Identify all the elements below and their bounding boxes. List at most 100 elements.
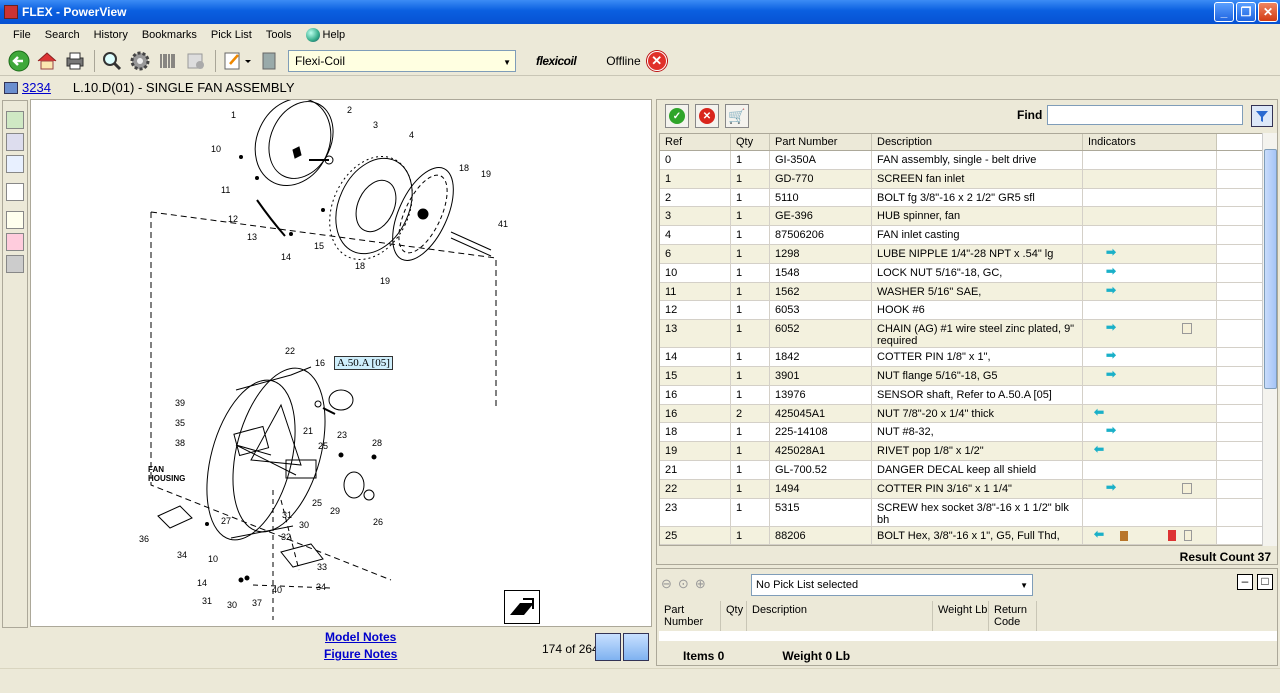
- minimize-panel-button[interactable]: –: [1237, 574, 1253, 590]
- back-button[interactable]: [6, 48, 32, 74]
- settings-button[interactable]: [127, 48, 153, 74]
- figure-notes-link[interactable]: Figure Notes: [324, 647, 397, 661]
- table-row[interactable]: 16 2 425045A1 NUT 7/8"-20 x 1/4" thick ⬅: [660, 404, 1264, 424]
- pl-col-return-code[interactable]: Return Code: [989, 601, 1037, 631]
- fan-housing-label-line2: HOUSING: [148, 474, 185, 483]
- pick-list-panel: ⊖ ⊙ ⊕ No Pick List selected ▼ – □ Part N…: [656, 568, 1278, 666]
- menu-file[interactable]: File: [6, 29, 38, 41]
- arrow-right-icon[interactable]: ➡: [1106, 424, 1116, 436]
- pl-col-part-number[interactable]: Part Number: [659, 601, 721, 631]
- arrow-right-icon[interactable]: ➡: [1106, 265, 1116, 277]
- table-row[interactable]: 22 1 1494 COTTER PIN 3/16" x 1 1/4" ➡: [660, 479, 1264, 499]
- book-button[interactable]: [256, 48, 282, 74]
- table-row[interactable]: 18 1 225-14108 NUT #8-32, ➡: [660, 423, 1264, 443]
- table-row[interactable]: 19 1 425028A1 RIVET pop 1/8" x 1/2" ⬅: [660, 442, 1264, 461]
- menu-tools[interactable]: Tools: [259, 29, 299, 41]
- connection-status[interactable]: Offline ✕: [606, 50, 667, 71]
- table-row[interactable]: 0 1 GI-350A FAN assembly, single - belt dri…: [660, 151, 1264, 170]
- note-icon[interactable]: [1183, 529, 1192, 541]
- table-row[interactable]: 13 1 6052 CHAIN (AG) #1 wire steel zinc pla…: [660, 320, 1264, 349]
- arrow-left-icon[interactable]: ⬅: [1094, 406, 1104, 418]
- pl-col-description[interactable]: Description: [747, 601, 933, 631]
- table-row[interactable]: 21 1 GL-700.52 DANGER DECAL keep all shield: [660, 460, 1264, 480]
- ref-cell: 15: [660, 366, 731, 385]
- arrow-right-icon[interactable]: ➡: [1106, 246, 1116, 258]
- note-icon[interactable]: [1182, 482, 1192, 494]
- search-button[interactable]: [99, 48, 125, 74]
- table-row[interactable]: 10 1 1548 LOCK NUT 5/16"-18, GC, ➡: [660, 263, 1264, 283]
- previous-page-button[interactable]: [595, 633, 621, 661]
- menu-search[interactable]: Search: [38, 29, 87, 41]
- open-icon[interactable]: [6, 155, 24, 173]
- col-qty[interactable]: Qty: [731, 134, 770, 150]
- parts-scrollbar[interactable]: [1262, 133, 1277, 546]
- pick-list-cart-icon[interactable]: ⊖: [661, 576, 672, 592]
- arrow-right-icon[interactable]: ➡: [1106, 321, 1116, 333]
- reject-button[interactable]: ✕: [695, 104, 719, 128]
- table-row[interactable]: 12 1 6053 HOOK #6: [660, 301, 1264, 321]
- note-icon[interactable]: [1182, 323, 1192, 335]
- model-notes-link[interactable]: Model Notes: [325, 630, 396, 644]
- table-row[interactable]: 25 1 88206 BOLT Hex, 3/8"-16 x 1", G5, Full…: [660, 526, 1264, 545]
- scroll-thumb[interactable]: [1264, 149, 1277, 389]
- service-button[interactable]: [183, 48, 209, 74]
- edit-button[interactable]: [220, 48, 254, 74]
- arrow-left-icon[interactable]: ⬅: [1094, 528, 1104, 540]
- minimize-button[interactable]: _: [1214, 2, 1234, 22]
- next-figure-arrow-icon[interactable]: [504, 590, 540, 624]
- filter-button[interactable]: [1251, 105, 1273, 127]
- find-input[interactable]: [1047, 105, 1243, 125]
- save-icon[interactable]: [6, 133, 24, 151]
- table-row[interactable]: 16 1 13976 SENSOR shaft, Refer to A.50.A [0…: [660, 385, 1264, 405]
- exploded-view-drawing[interactable]: 1 2 3 4 10 11 12 13 14 15 18 19 18 19 41…: [30, 99, 652, 627]
- arrow-left-icon[interactable]: ⬅: [1094, 443, 1104, 455]
- col-part-number[interactable]: Part Number: [770, 134, 872, 150]
- menu-help[interactable]: Help: [299, 28, 353, 42]
- print-button[interactable]: [62, 48, 88, 74]
- refresh-icon[interactable]: [6, 111, 24, 129]
- table-row[interactable]: 14 1 1842 COTTER PIN 1/8" x 1", ➡: [660, 348, 1264, 367]
- table-row[interactable]: 1 1 GD-770 SCREEN fan inlet: [660, 169, 1264, 189]
- table-row[interactable]: 6 1 1298 LUBE NIPPLE 1/4"-28 NPT x .54" lg ➡: [660, 244, 1264, 264]
- table-row[interactable]: 3 1 GE-396 HUB spinner, fan: [660, 207, 1264, 227]
- catalog-select[interactable]: Flexi-Coil ▼: [288, 49, 516, 72]
- fit-icon[interactable]: [6, 255, 24, 273]
- col-description[interactable]: Description: [872, 134, 1083, 150]
- table-row[interactable]: 11 1 1562 WASHER 5/16" SAE, ➡: [660, 282, 1264, 302]
- arrow-right-icon[interactable]: ➡: [1106, 481, 1116, 493]
- menu-history[interactable]: History: [87, 29, 135, 41]
- color-icon[interactable]: [6, 233, 24, 251]
- menu-bookmarks[interactable]: Bookmarks: [135, 29, 204, 41]
- maximize-panel-button[interactable]: □: [1257, 574, 1273, 590]
- package-icon[interactable]: [1120, 530, 1128, 541]
- table-row[interactable]: 2 1 5110 BOLT fg 3/8"-16 x 2 1/2" GR5 sfl: [660, 188, 1264, 208]
- table-row[interactable]: 23 1 5315 SCREW hex socket 3/8"-16 x 1 1/2"…: [660, 498, 1264, 527]
- barcode-button[interactable]: [155, 48, 181, 74]
- arrow-right-icon[interactable]: ➡: [1106, 349, 1116, 361]
- pl-col-weight[interactable]: Weight Lb: [933, 601, 989, 631]
- accept-button[interactable]: ✓: [665, 104, 689, 128]
- col-ref[interactable]: Ref: [660, 134, 731, 150]
- maximize-button[interactable]: ❐: [1236, 2, 1256, 22]
- col-indicators[interactable]: Indicators: [1083, 134, 1217, 150]
- home-button[interactable]: [34, 48, 60, 74]
- cross-reference-callout[interactable]: A.50.A [05]: [334, 356, 393, 370]
- pick-list-gear-icon[interactable]: ⊙: [678, 576, 689, 592]
- arrow-right-icon[interactable]: ➡: [1106, 284, 1116, 296]
- pick-list-add-icon[interactable]: ⊕: [695, 576, 706, 592]
- pick-list-select[interactable]: No Pick List selected ▼: [751, 574, 1033, 596]
- table-row[interactable]: 15 1 3901 NUT flange 5/16"-18, G5 ➡: [660, 366, 1264, 386]
- zoom-icon[interactable]: [6, 183, 24, 201]
- table-row[interactable]: 2616180BEARING 1" bore: [660, 545, 1264, 546]
- pl-col-qty[interactable]: Qty: [721, 601, 747, 631]
- pdf-icon[interactable]: [1167, 529, 1176, 541]
- menu-pick-list[interactable]: Pick List: [204, 29, 259, 41]
- next-page-button[interactable]: [623, 633, 649, 661]
- table-row[interactable]: 4 1 87506206 FAN inlet casting: [660, 226, 1264, 245]
- arrow-right-icon[interactable]: ➡: [1106, 368, 1116, 380]
- cart-button[interactable]: 🛒: [725, 104, 749, 128]
- qty-cell: 1: [731, 545, 770, 546]
- close-button[interactable]: ✕: [1258, 2, 1278, 22]
- model-link[interactable]: 3234: [22, 80, 51, 95]
- text-icon[interactable]: [6, 211, 24, 229]
